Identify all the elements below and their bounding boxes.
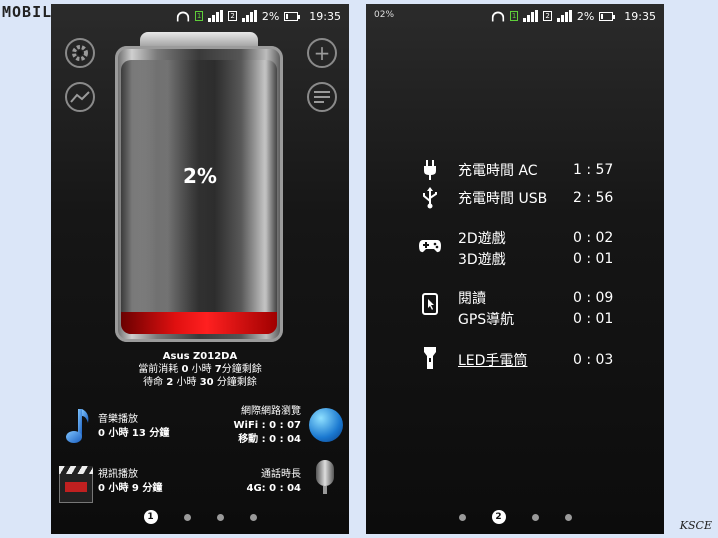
- page-dot[interactable]: [564, 513, 572, 521]
- usage-label: 充電時間 AC: [458, 163, 538, 179]
- signal-icon: [556, 10, 572, 22]
- wifi-icon: [176, 11, 190, 21]
- battery-graphic: [115, 46, 283, 342]
- battery-status-icon: [284, 11, 301, 21]
- usage-label-link[interactable]: LED手電筒: [458, 350, 527, 370]
- current-usage-remaining: 當前消耗 0 小時 7分鐘剩餘: [51, 363, 349, 376]
- settings-icon: [72, 45, 88, 61]
- gamepad-icon: [418, 234, 442, 258]
- page-dot[interactable]: [183, 513, 191, 521]
- current-prefix: 當前消耗: [138, 364, 179, 375]
- page-dot[interactable]: [458, 513, 466, 521]
- usage-value: 1 : 57: [573, 162, 614, 178]
- web-title: 網際網路瀏覽: [241, 406, 301, 417]
- tablet-icon: [418, 292, 442, 316]
- usage-label: GPS導航: [458, 312, 515, 328]
- page-indicator: 2: [366, 510, 664, 524]
- plug-icon: [418, 158, 442, 182]
- flashlight-icon: [418, 346, 442, 370]
- globe-icon: [309, 408, 343, 442]
- music-value: 0 小時 13 分鐘: [98, 428, 170, 439]
- add-icon: +: [313, 41, 331, 65]
- music-usage[interactable]: 音樂播放 0 小時 13 分鐘: [98, 413, 169, 441]
- standby-prefix: 待命: [143, 377, 164, 388]
- page-indicator: 1: [51, 510, 349, 524]
- sim2-icon: 2: [543, 11, 552, 21]
- usage-label: 充電時間 USB: [458, 191, 548, 207]
- device-info: Asus Z012DA 當前消耗 0 小時 7分鐘剩餘 待命 2 小時 30 分…: [51, 350, 349, 389]
- usage-value: 2 : 56: [573, 190, 614, 206]
- usage-label: 3D遊戲: [458, 252, 506, 268]
- battery-status-icon: [599, 11, 616, 21]
- hours-unit: 小時: [191, 364, 212, 375]
- battery-overview-screen: 1 2 2% 19:35 + 2% Asus Z012DA 當前消耗 0 小時 …: [51, 4, 349, 534]
- page-dot[interactable]: [531, 513, 539, 521]
- status-battery-percent: 2%: [261, 9, 280, 23]
- web-mobile: 移動 : 0 : 04: [238, 434, 301, 445]
- web-usage[interactable]: 網際網路瀏覽 WiFi : 0 : 07 移動 : 0 : 04: [233, 405, 301, 447]
- trend-icon: [70, 91, 90, 103]
- sim1-icon: 1: [509, 11, 519, 21]
- status-left-percent: 02%: [374, 10, 395, 20]
- call-title: 通話時長: [261, 469, 301, 480]
- device-model: Asus Z012DA: [162, 351, 238, 362]
- list-icon: [314, 91, 330, 103]
- sim1-icon: 1: [194, 11, 204, 21]
- usage-estimate-screen: 02% 1 2 2% 19:35 充電時間 AC 1 : 57 充電時間 USB…: [366, 4, 664, 534]
- standby-hours: 2: [166, 377, 174, 388]
- page-dot[interactable]: [216, 513, 224, 521]
- current-hours: 0: [181, 364, 189, 375]
- minutes-unit: 分鐘剩餘: [221, 364, 262, 375]
- microphone-icon: [316, 460, 334, 486]
- video-usage[interactable]: 視訊播放 0 小時 9 分鐘: [98, 468, 162, 496]
- signal-icon: [208, 10, 224, 22]
- settings-button[interactable]: [65, 38, 95, 68]
- add-button[interactable]: +: [307, 38, 337, 68]
- usb-icon: [418, 186, 442, 210]
- status-time: 19:35: [309, 9, 341, 23]
- usage-value: 0 : 01: [573, 251, 614, 267]
- trend-button[interactable]: [65, 82, 95, 112]
- status-time: 19:35: [624, 9, 656, 23]
- wifi-icon: [491, 11, 505, 21]
- page-dot[interactable]: [249, 513, 257, 521]
- signal-icon: [523, 10, 539, 22]
- video-title: 視訊播放: [98, 469, 138, 480]
- web-wifi: WiFi : 0 : 07: [233, 420, 301, 431]
- status-battery-percent: 2%: [576, 9, 595, 23]
- music-title: 音樂播放: [98, 414, 138, 425]
- battery-level-fill: [121, 312, 277, 334]
- usage-label: 2D遊戲: [458, 231, 506, 247]
- page-dot-active[interactable]: 1: [143, 510, 158, 524]
- battery-percentage: 2%: [183, 164, 217, 188]
- usage-value: 0 : 03: [573, 352, 614, 368]
- status-bar: 1 2 2% 19:35: [51, 4, 349, 28]
- clapperboard-icon: [59, 466, 93, 503]
- microphone-stand: [323, 486, 327, 494]
- video-value: 0 小時 9 分鐘: [98, 483, 163, 494]
- usage-value: 0 : 09: [573, 290, 614, 306]
- standby-minutes: 30: [199, 377, 214, 388]
- standby-remaining: 待命 2 小時 30 分鐘剩餘: [51, 376, 349, 389]
- call-usage[interactable]: 通話時長 4G: 0 : 04: [247, 468, 301, 496]
- sim2-icon: 2: [228, 11, 237, 21]
- signature: KSCE: [679, 519, 712, 532]
- usage-value: 0 : 02: [573, 230, 614, 246]
- usage-value: 0 : 01: [573, 311, 614, 327]
- hours-unit: 小時: [176, 377, 197, 388]
- minutes-unit: 分鐘剩餘: [216, 377, 257, 388]
- signal-icon: [241, 10, 257, 22]
- status-bar: 02% 1 2 2% 19:35: [366, 4, 664, 28]
- battery-glass: [121, 60, 277, 334]
- current-minutes: 7: [214, 364, 222, 375]
- usage-label: 閱讀: [458, 291, 486, 307]
- call-value: 4G: 0 : 04: [246, 483, 301, 494]
- page-dot-active[interactable]: 2: [491, 510, 506, 524]
- list-button[interactable]: [307, 82, 337, 112]
- music-note-icon: [66, 409, 89, 443]
